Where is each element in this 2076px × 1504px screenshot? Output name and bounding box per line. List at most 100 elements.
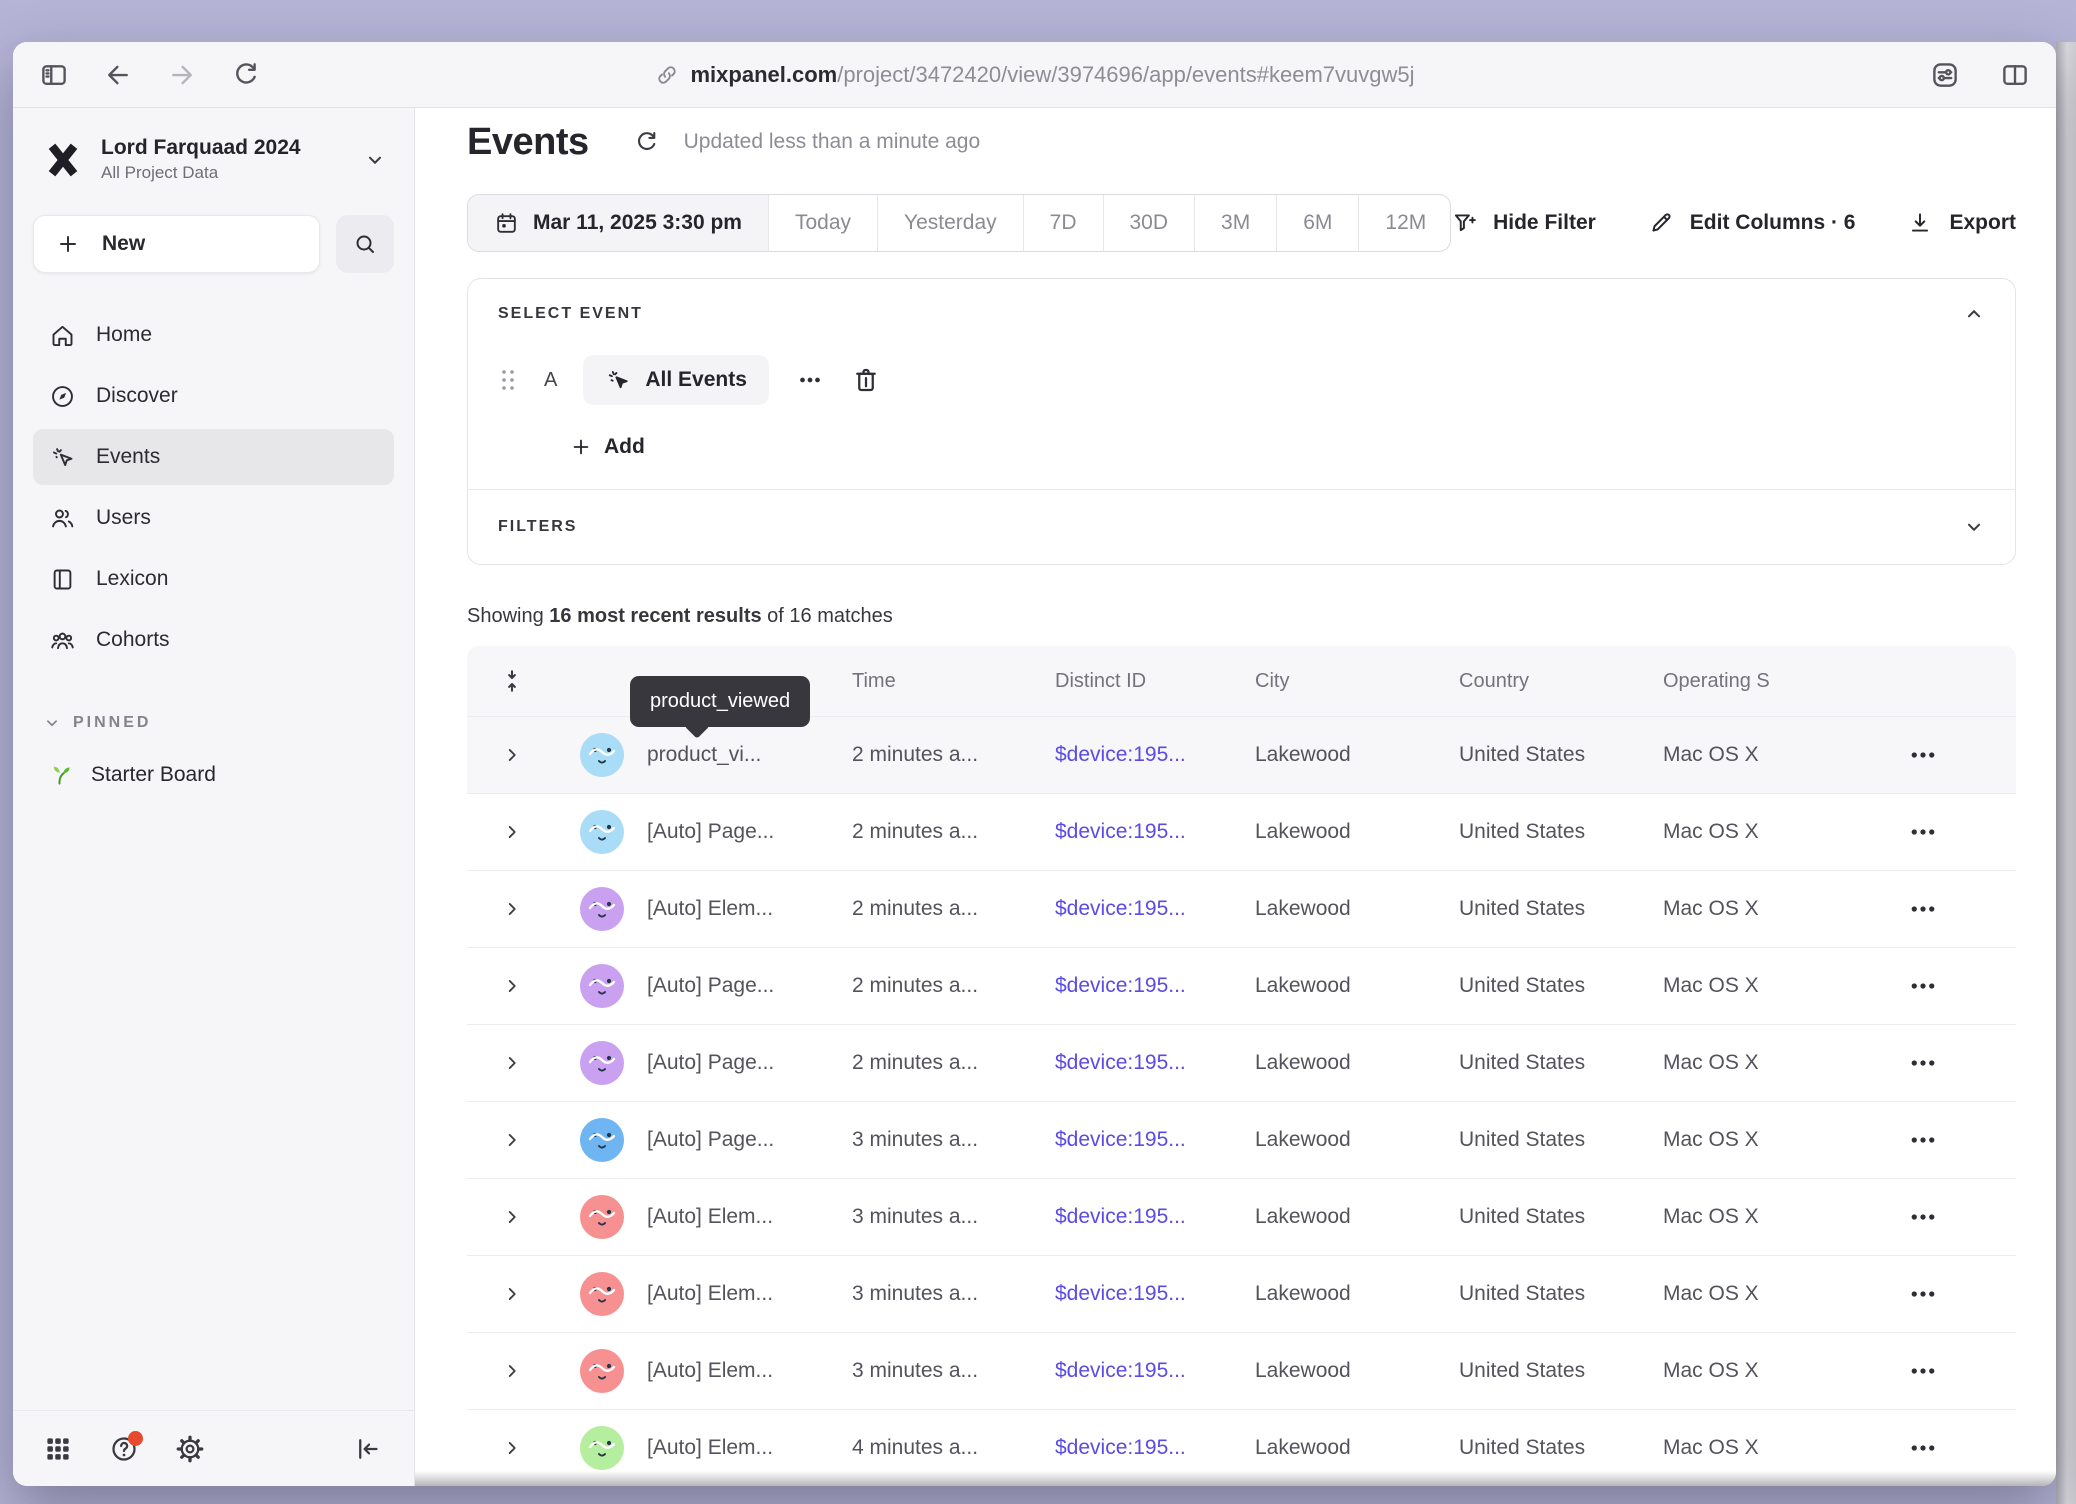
row-actions-icon[interactable] (1908, 740, 1938, 770)
row-actions-icon[interactable] (1908, 1125, 1938, 1155)
event-os: Mac OS X (1663, 1205, 1863, 1229)
sidebar-item-starter-board[interactable]: Starter Board (33, 762, 394, 788)
range-12m[interactable]: 12M (1358, 195, 1451, 251)
window-scrollbar-gutter[interactable] (2056, 42, 2076, 1504)
link-icon (654, 63, 678, 87)
event-name: [Auto] Elem... (647, 897, 852, 921)
table-row[interactable]: [Auto] Elem... 3 minutes a... $device:19… (467, 1178, 2016, 1255)
workspace-switcher[interactable]: Lord Farquaad 2024 All Project Data (33, 130, 394, 189)
distinct-id-link[interactable]: $device:195... (1055, 1436, 1255, 1460)
table-row[interactable]: [Auto] Elem... 2 minutes a... $device:19… (467, 870, 2016, 947)
table-row[interactable]: [Auto] Elem... 3 minutes a... $device:19… (467, 1255, 2016, 1332)
pinned-section-header[interactable]: PINNED (33, 714, 394, 732)
expand-section-icon[interactable] (1963, 516, 1985, 538)
table-row[interactable]: [Auto] Page... 2 minutes a... $device:19… (467, 947, 2016, 1024)
sidebar-item-discover[interactable]: Discover (33, 368, 394, 424)
add-event-button[interactable]: Add (570, 435, 1985, 459)
row-expand-icon[interactable] (501, 898, 523, 920)
gear-icon[interactable] (175, 1434, 205, 1464)
search-button[interactable] (336, 215, 394, 273)
sidebar-item-users[interactable]: Users (33, 490, 394, 546)
collapse-rows-icon[interactable] (499, 668, 525, 694)
distinct-id-link[interactable]: $device:195... (1055, 743, 1255, 767)
distinct-id-link[interactable]: $device:195... (1055, 820, 1255, 844)
back-icon[interactable] (103, 60, 133, 90)
select-event-title: SELECT EVENT (498, 305, 643, 323)
row-expand-icon[interactable] (501, 744, 523, 766)
sidebar: Lord Farquaad 2024 All Project Data New (13, 108, 415, 1486)
row-actions-icon[interactable] (1908, 1048, 1938, 1078)
distinct-id-link[interactable]: $device:195... (1055, 1205, 1255, 1229)
event-options-icon[interactable] (795, 365, 825, 395)
sidebar-item-lexicon[interactable]: Lexicon (33, 551, 394, 607)
event-country: United States (1459, 743, 1663, 767)
date-controls: Mar 11, 2025 3:30 pm Today Yesterday 7D … (467, 194, 2016, 252)
col-header-time: Time (852, 670, 1055, 693)
row-expand-icon[interactable] (501, 1283, 523, 1305)
distinct-id-link[interactable]: $device:195... (1055, 897, 1255, 921)
sidebar-item-events[interactable]: Events (33, 429, 394, 485)
plus-icon (56, 232, 80, 256)
table-row[interactable]: [Auto] Elem... 3 minutes a... $device:19… (467, 1332, 2016, 1409)
range-7d[interactable]: 7D (1023, 195, 1103, 251)
drag-handle-icon[interactable] (498, 367, 518, 393)
row-actions-icon[interactable] (1908, 971, 1938, 1001)
browser-sidebar-toggle-icon[interactable] (39, 60, 69, 90)
row-expand-icon[interactable] (501, 975, 523, 997)
event-time: 4 minutes a... (852, 1436, 1055, 1460)
reload-icon[interactable] (231, 60, 261, 90)
table-row[interactable]: [Auto] Page... 2 minutes a... $device:19… (467, 1024, 2016, 1101)
table-row[interactable]: [Auto] Page... 3 minutes a... $device:19… (467, 1101, 2016, 1178)
collapse-sidebar-icon[interactable] (354, 1434, 384, 1464)
hide-filter-button[interactable]: Hide Filter (1451, 210, 1596, 236)
event-selector-pill[interactable]: All Events (583, 355, 769, 405)
sidebar-item-home[interactable]: Home (33, 307, 394, 363)
row-expand-icon[interactable] (501, 1052, 523, 1074)
event-name: [Auto] Elem... (647, 1282, 852, 1306)
events-table: Time Distinct ID City Country Operating … (467, 646, 2016, 1486)
export-button[interactable]: Export (1907, 210, 2016, 236)
distinct-id-link[interactable]: $device:195... (1055, 1128, 1255, 1152)
row-actions-icon[interactable] (1908, 817, 1938, 847)
distinct-id-link[interactable]: $device:195... (1055, 1282, 1255, 1306)
split-view-icon[interactable] (2000, 60, 2030, 90)
collapse-section-icon[interactable] (1963, 303, 1985, 325)
page-settings-icon[interactable] (1930, 60, 1960, 90)
range-3m[interactable]: 3M (1194, 195, 1276, 251)
refresh-icon[interactable] (633, 129, 660, 156)
range-yesterday[interactable]: Yesterday (877, 195, 1023, 251)
range-30d[interactable]: 30D (1103, 195, 1195, 251)
row-expand-icon[interactable] (501, 1360, 523, 1382)
forward-icon[interactable] (167, 60, 197, 90)
row-expand-icon[interactable] (501, 1129, 523, 1151)
distinct-id-link[interactable]: $device:195... (1055, 1051, 1255, 1075)
row-actions-icon[interactable] (1908, 1356, 1938, 1386)
help-icon[interactable] (109, 1434, 139, 1464)
apps-grid-icon[interactable] (43, 1434, 73, 1464)
row-expand-icon[interactable] (501, 1437, 523, 1459)
delete-event-icon[interactable] (851, 365, 881, 395)
event-os: Mac OS X (1663, 974, 1863, 998)
distinct-id-link[interactable]: $device:195... (1055, 1359, 1255, 1383)
row-expand-icon[interactable] (501, 821, 523, 843)
row-actions-icon[interactable] (1908, 894, 1938, 924)
edit-columns-button[interactable]: Edit Columns · 6 (1648, 210, 1856, 236)
date-picker-button[interactable]: Mar 11, 2025 3:30 pm (468, 195, 768, 251)
filters-section-header[interactable]: FILTERS (468, 490, 2015, 564)
table-row[interactable]: product_vi... 2 minutes a... $device:195… (467, 716, 2016, 793)
event-country: United States (1459, 1282, 1663, 1306)
sidebar-item-cohorts[interactable]: Cohorts (33, 612, 394, 668)
range-today[interactable]: Today (768, 195, 877, 251)
range-6m[interactable]: 6M (1276, 195, 1358, 251)
event-city: Lakewood (1255, 1282, 1459, 1306)
sidebar-item-label: Home (96, 323, 152, 347)
row-actions-icon[interactable] (1908, 1279, 1938, 1309)
address-bar[interactable]: mixpanel.com/project/3472420/view/397469… (654, 42, 1414, 108)
row-expand-icon[interactable] (501, 1206, 523, 1228)
row-actions-icon[interactable] (1908, 1202, 1938, 1232)
new-button[interactable]: New (33, 215, 320, 273)
table-row[interactable]: [Auto] Elem... 4 minutes a... $device:19… (467, 1409, 2016, 1486)
table-row[interactable]: [Auto] Page... 2 minutes a... $device:19… (467, 793, 2016, 870)
distinct-id-link[interactable]: $device:195... (1055, 974, 1255, 998)
row-actions-icon[interactable] (1908, 1433, 1938, 1463)
